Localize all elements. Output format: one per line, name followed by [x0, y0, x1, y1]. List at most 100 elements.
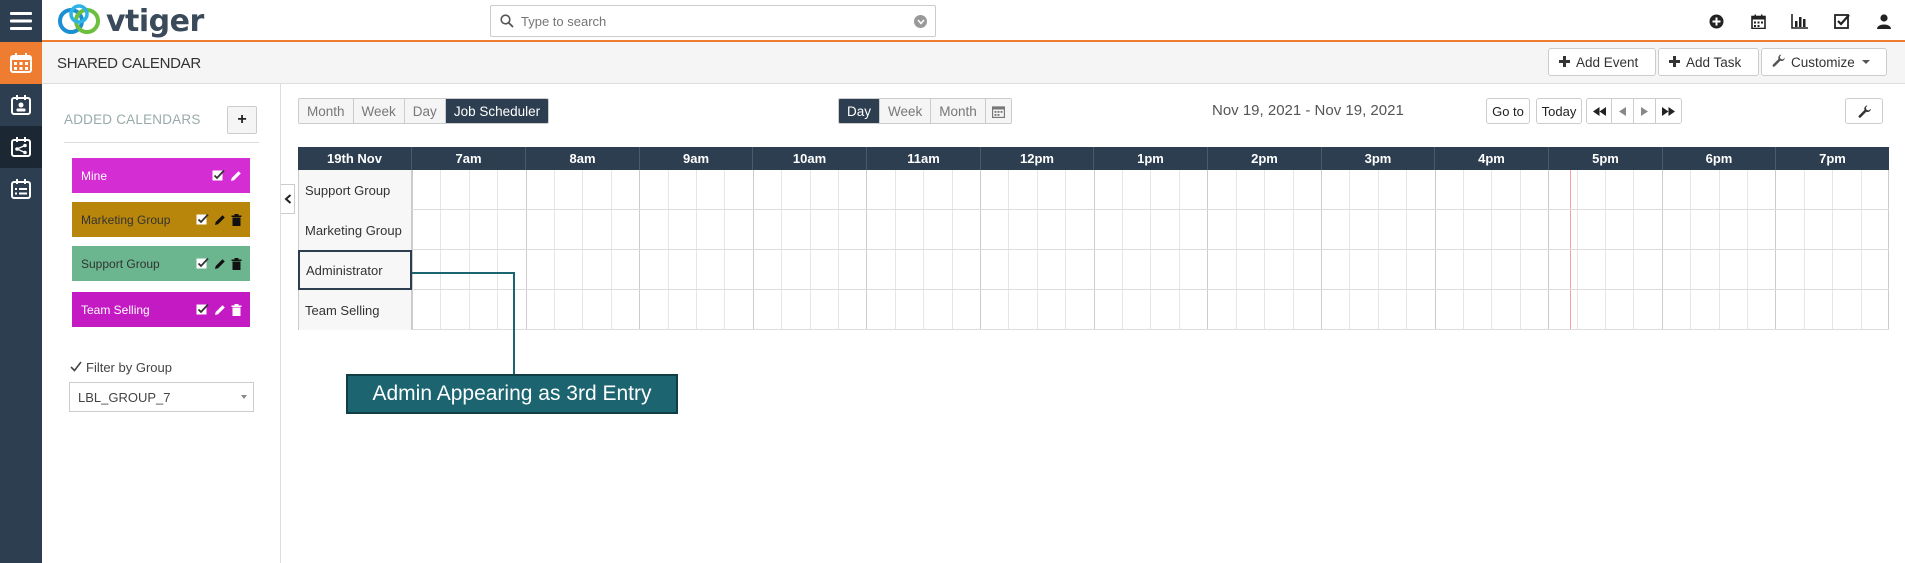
bar-chart-icon[interactable]: [1779, 0, 1821, 42]
page-header: SHARED CALENDAR Add Event Add Task Custo…: [42, 42, 1905, 84]
calendar-item-support-group[interactable]: Support Group: [72, 246, 250, 281]
list-calendar-icon[interactable]: [0, 168, 42, 210]
add-calendar-button[interactable]: +: [227, 106, 257, 134]
collapse-sidebar-button[interactable]: [281, 184, 295, 214]
contact-calendar-icon[interactable]: [0, 84, 42, 126]
search-icon: [500, 14, 514, 31]
page-title: SHARED CALENDAR: [57, 55, 201, 72]
calendar-icon[interactable]: [1737, 0, 1779, 42]
hour-header: 5pm: [1549, 147, 1663, 170]
goto-button[interactable]: Go to: [1486, 98, 1530, 124]
calendar-item-team-selling[interactable]: Team Selling: [72, 292, 250, 327]
pencil-icon[interactable]: [230, 170, 242, 185]
today-button[interactable]: Today: [1536, 98, 1582, 124]
calendar-item-label: Team Selling: [81, 302, 150, 317]
menu-icon[interactable]: [0, 0, 42, 42]
app-rail: [0, 0, 42, 563]
hour-header: 3pm: [1322, 147, 1435, 170]
next-icon[interactable]: [1634, 99, 1656, 123]
previous-icon[interactable]: [1612, 99, 1634, 123]
top-icons: [1695, 0, 1905, 42]
range-month[interactable]: Month: [931, 99, 986, 123]
pencil-icon[interactable]: [214, 258, 226, 273]
add-event-label: Add Event: [1576, 54, 1639, 70]
hour-header: 10am: [753, 147, 867, 170]
tab-month[interactable]: Month: [299, 99, 354, 123]
range-tabs: Day Week Month: [838, 98, 1012, 124]
calendar-sidebar: ADDED CALENDARS + Mine Marketing Group S…: [42, 84, 281, 563]
calendar-view-tabs: Month Week Day Job Scheduler: [298, 98, 550, 124]
row-label: Administrator: [298, 250, 412, 290]
previous-range-icon[interactable]: [1587, 99, 1612, 123]
trash-icon[interactable]: [231, 213, 242, 229]
customize-button[interactable]: Customize: [1761, 48, 1887, 76]
tab-day[interactable]: Day: [404, 99, 446, 123]
callout-connector: [412, 272, 515, 374]
hour-header: 7am: [412, 147, 526, 170]
chevron-down-icon: [241, 395, 247, 399]
checkbox-icon[interactable]: [1821, 0, 1863, 42]
next-range-icon[interactable]: [1656, 99, 1681, 123]
calendar-item-mine[interactable]: Mine: [72, 158, 250, 193]
vtiger-logo-mark: [58, 4, 100, 34]
scheduler-row[interactable]: Administrator: [298, 250, 1889, 290]
tab-week[interactable]: Week: [353, 99, 405, 123]
filter-by-group[interactable]: Filter by Group: [70, 360, 172, 375]
scheduler-row[interactable]: Marketing Group: [298, 210, 1889, 250]
hour-header: 12pm: [981, 147, 1094, 170]
tab-job-scheduler[interactable]: Job Scheduler: [445, 99, 549, 123]
wrench-icon: [1858, 105, 1871, 118]
calendar-item-label: Marketing Group: [81, 212, 171, 227]
range-week[interactable]: Week: [880, 99, 932, 123]
checkbox-checked-icon[interactable]: [196, 257, 209, 273]
caret-down-icon: [1861, 60, 1870, 64]
checkbox-checked-icon[interactable]: [212, 169, 225, 185]
range-day[interactable]: Day: [839, 99, 881, 123]
row-label: Team Selling: [298, 290, 412, 330]
hour-header: 7pm: [1819, 151, 1846, 166]
checkbox-checked-icon[interactable]: [196, 213, 209, 229]
search-input[interactable]: [521, 11, 901, 31]
checkbox-checked-icon[interactable]: [196, 303, 209, 319]
hour-header: 8am: [526, 147, 640, 170]
plus-icon: [1559, 55, 1570, 70]
trash-icon[interactable]: [231, 303, 242, 319]
pencil-icon[interactable]: [214, 214, 226, 229]
hour-header: 11am: [867, 147, 981, 170]
group-select[interactable]: LBL_GROUP_7: [69, 382, 254, 412]
calendar-icon[interactable]: [0, 42, 42, 84]
calendar-item-label: Mine: [81, 168, 108, 183]
plus-circle-icon[interactable]: [1695, 0, 1737, 42]
calendar-item-label: Support Group: [81, 256, 160, 271]
date-navigation: [1586, 98, 1682, 124]
pencil-icon[interactable]: [214, 304, 226, 319]
plus-icon: [1669, 55, 1680, 70]
scheduler-row[interactable]: Support Group: [298, 170, 1889, 210]
add-event-button[interactable]: Add Event: [1548, 48, 1656, 76]
settings-button[interactable]: [1845, 98, 1883, 124]
user-icon[interactable]: [1863, 0, 1905, 42]
hour-header: 9am: [640, 147, 753, 170]
hour-header: 4pm: [1435, 147, 1549, 170]
group-select-value: LBL_GROUP_7: [78, 389, 171, 405]
customize-label: Customize: [1791, 54, 1855, 70]
search-options-icon[interactable]: [914, 15, 927, 28]
annotation-callout: Admin Appearing as 3rd Entry: [346, 374, 678, 414]
vtiger-logo[interactable]: vtiger: [57, 2, 204, 40]
add-task-button[interactable]: Add Task: [1658, 48, 1759, 76]
shared-calendar-icon[interactable]: [0, 126, 42, 168]
scheduler-date-header: 19th Nov: [298, 147, 412, 170]
row-label: Support Group: [298, 170, 412, 210]
hour-header: 2pm: [1208, 147, 1322, 170]
filter-by-group-label: Filter by Group: [86, 360, 172, 375]
checkmark-icon[interactable]: [70, 360, 82, 375]
hour-header: 1pm: [1094, 147, 1208, 170]
global-search[interactable]: [490, 5, 936, 37]
scheduler-header: 19th Nov 7am 8am 9am 10am 11am 12pm 1pm …: [298, 147, 1889, 170]
wrench-icon: [1772, 54, 1785, 70]
date-picker-icon[interactable]: [985, 99, 1011, 123]
scheduler-row[interactable]: Team Selling: [298, 290, 1889, 330]
logo-text: vtiger: [106, 3, 204, 39]
trash-icon[interactable]: [231, 257, 242, 273]
calendar-item-marketing-group[interactable]: Marketing Group: [72, 202, 250, 237]
